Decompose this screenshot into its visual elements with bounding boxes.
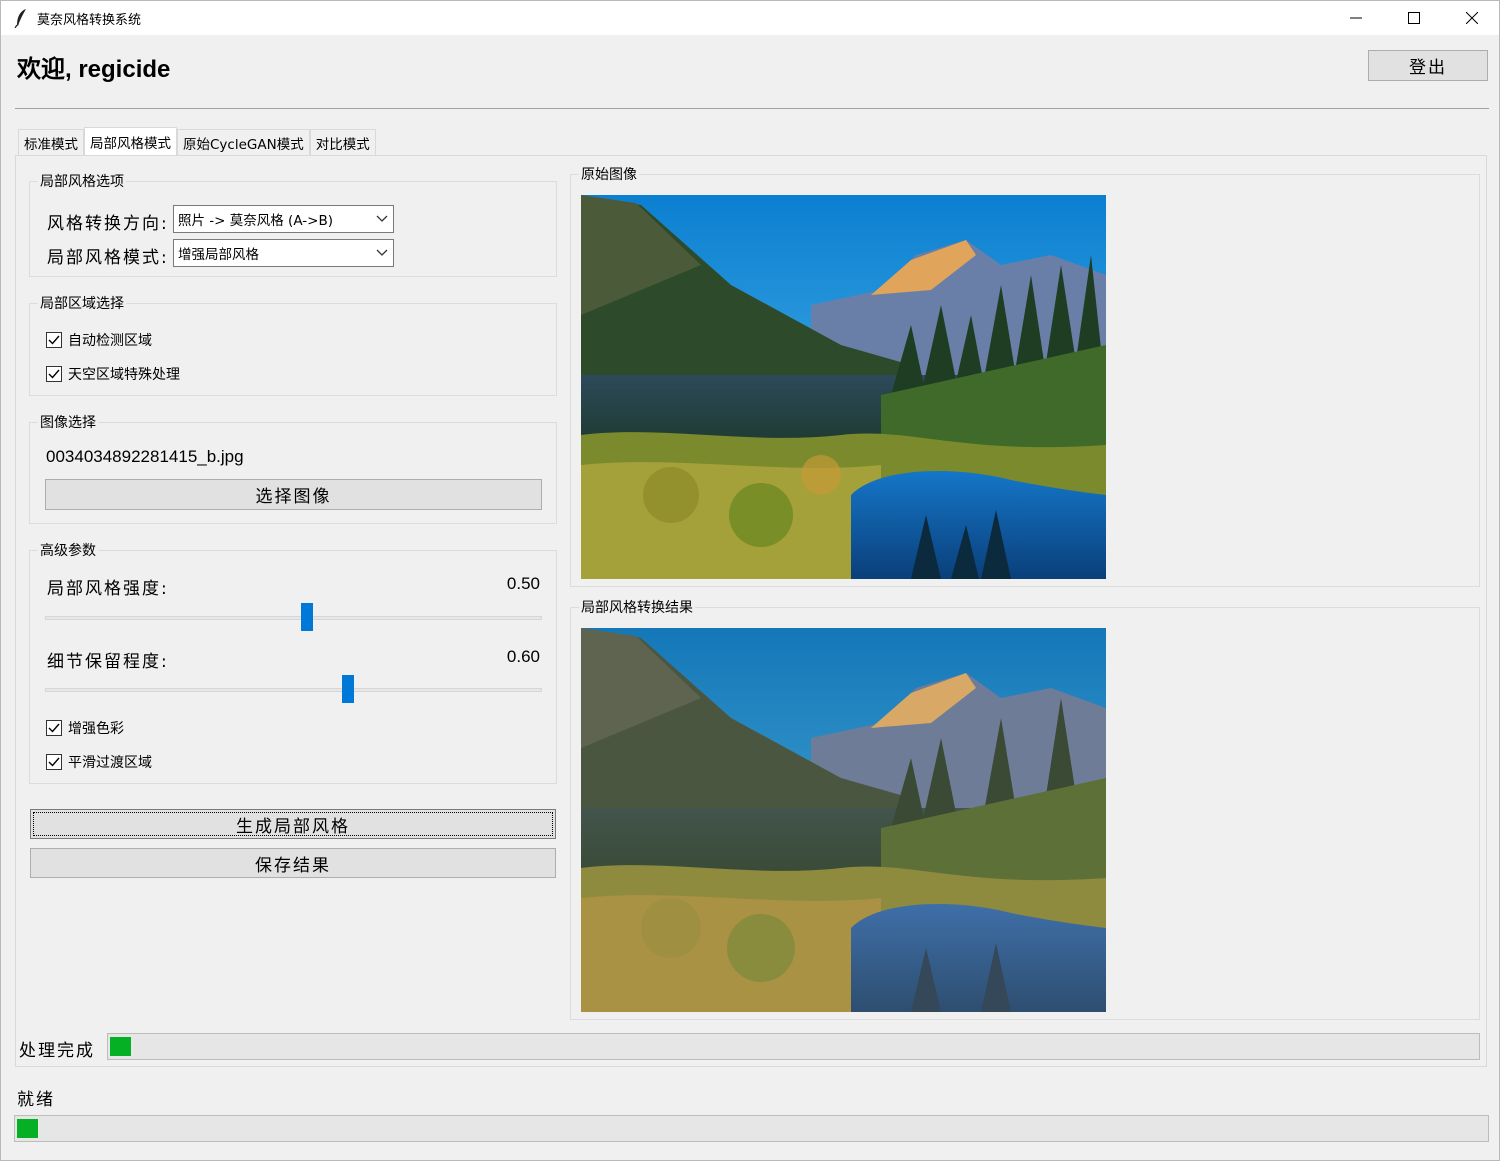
checkmark-icon: [48, 723, 60, 733]
region-group: 局部区域选择 自动检测区域 天空区域特殊处理: [29, 293, 557, 396]
result-image-group: 局部风格转换结果: [570, 597, 1480, 1020]
checkmark-icon: [48, 757, 60, 767]
processing-status-text: 处理完成: [19, 1041, 95, 1061]
enhance-color-checkbox[interactable]: 增强色彩: [46, 718, 124, 738]
checkbox-box[interactable]: [46, 720, 62, 736]
strength-slider-track[interactable]: [45, 616, 542, 620]
result-image: [581, 628, 1106, 1012]
main-progress-fill: [17, 1119, 38, 1138]
mode-select[interactable]: 增强局部风格: [173, 239, 394, 267]
checkbox-box[interactable]: [46, 366, 62, 382]
processing-progress-fill: [110, 1037, 131, 1056]
processing-progress-bar: [107, 1033, 1480, 1060]
auto-detect-checkbox[interactable]: 自动检测区域: [46, 330, 152, 350]
original-image: [581, 195, 1106, 579]
window-title: 莫奈风格转换系统: [37, 13, 142, 28]
strength-slider-thumb[interactable]: [301, 603, 313, 631]
logout-button[interactable]: 登出: [1368, 50, 1488, 81]
main-progress-bar: [14, 1115, 1489, 1142]
checkmark-icon: [48, 369, 60, 379]
advanced-title: 高级参数: [38, 540, 98, 560]
maximize-button[interactable]: [1385, 1, 1443, 35]
selected-filename: 0034034892281415_b.jpg: [46, 447, 244, 466]
result-image-title: 局部风格转换结果: [579, 597, 695, 617]
stylized-landscape-image: [581, 628, 1106, 1012]
original-image-title: 原始图像: [579, 164, 639, 184]
sky-special-label: 天空区域特殊处理: [68, 367, 180, 383]
tab-compare[interactable]: 对比模式: [309, 129, 376, 156]
minimize-icon: [1350, 17, 1362, 19]
minimize-button[interactable]: [1327, 1, 1385, 35]
landscape-image: [581, 195, 1106, 579]
welcome-heading: 欢迎, regicide: [17, 56, 171, 83]
chevron-down-icon: [376, 249, 388, 256]
mode-label: 局部风格模式:: [47, 248, 169, 268]
app-window: 莫奈风格转换系统 欢迎, regicide 登出 标准模式 局部风格模式 原始C…: [0, 0, 1500, 1161]
strength-value: 0.50: [506, 574, 540, 593]
mode-tabs: 标准模式 局部风格模式 原始CycleGAN模式 对比模式: [18, 127, 376, 156]
save-result-button[interactable]: 保存结果: [30, 848, 556, 878]
detail-label: 细节保留程度:: [47, 652, 169, 672]
enhance-color-label: 增强色彩: [68, 721, 124, 737]
maximize-icon: [1408, 12, 1420, 24]
detail-value: 0.60: [506, 647, 540, 666]
checkmark-icon: [48, 335, 60, 345]
tab-local-style[interactable]: 局部风格模式: [84, 127, 177, 156]
detail-slider-track[interactable]: [45, 688, 542, 692]
strength-label: 局部风格强度:: [47, 579, 169, 599]
region-title: 局部区域选择: [38, 293, 126, 313]
image-select-group: 图像选择 0034034892281415_b.jpg 选择图像: [29, 412, 557, 524]
header-divider: [15, 108, 1489, 109]
auto-detect-label: 自动检测区域: [68, 333, 152, 349]
advanced-group: 高级参数 局部风格强度: 0.50 细节保留程度: 0.60 增强色彩 平滑过渡…: [29, 540, 557, 784]
direction-value: 照片 -> 莫奈风格 (A->B): [178, 213, 333, 229]
local-options-group: 局部风格选项 风格转换方向: 照片 -> 莫奈风格 (A->B) 局部风格模式:…: [29, 171, 557, 277]
direction-label: 风格转换方向:: [47, 214, 169, 234]
mode-value: 增强局部风格: [178, 247, 259, 263]
smooth-transition-label: 平滑过渡区域: [68, 755, 152, 771]
detail-slider-thumb[interactable]: [342, 675, 354, 703]
sky-special-checkbox[interactable]: 天空区域特殊处理: [46, 364, 180, 384]
tab-standard[interactable]: 标准模式: [18, 129, 84, 156]
checkbox-box[interactable]: [46, 332, 62, 348]
smooth-transition-checkbox[interactable]: 平滑过渡区域: [46, 752, 152, 772]
chevron-down-icon: [376, 215, 388, 222]
original-image-group: 原始图像: [570, 164, 1480, 587]
direction-select[interactable]: 照片 -> 莫奈风格 (A->B): [173, 205, 394, 233]
checkbox-box[interactable]: [46, 754, 62, 770]
close-button[interactable]: [1443, 1, 1500, 35]
title-bar: 莫奈风格转换系统: [1, 1, 1499, 35]
main-status-text: 就绪: [17, 1090, 55, 1110]
generate-local-style-button[interactable]: 生成局部风格: [30, 809, 556, 839]
feather-icon: [14, 9, 26, 28]
local-options-title: 局部风格选项: [38, 171, 126, 191]
image-select-title: 图像选择: [38, 412, 98, 432]
tab-original-cyclegan[interactable]: 原始CycleGAN模式: [177, 129, 310, 156]
local-style-panel: 局部风格选项 风格转换方向: 照片 -> 莫奈风格 (A->B) 局部风格模式:…: [15, 155, 1487, 1067]
close-icon: [1466, 12, 1478, 24]
select-image-button[interactable]: 选择图像: [45, 479, 542, 510]
